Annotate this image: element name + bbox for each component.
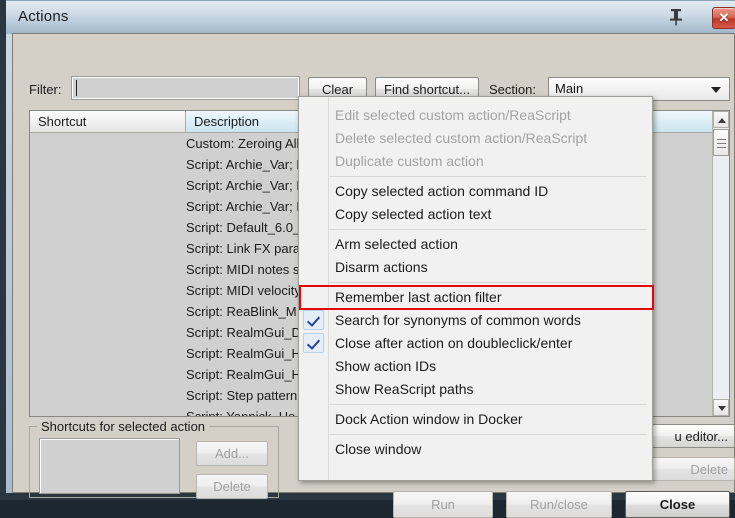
cell-description: Script: Yannick_Ho xyxy=(186,409,296,417)
menu-separator xyxy=(329,229,647,230)
menu-item[interactable]: Disarm actions xyxy=(300,256,653,279)
menu-item[interactable]: Remember last action filter xyxy=(300,286,653,309)
cell-description: Script: RealmGui_H xyxy=(186,346,301,361)
delete-action-button[interactable]: Delete xyxy=(643,457,735,481)
cell-description: Script: Link FX para xyxy=(186,241,301,256)
text-caret xyxy=(76,80,77,96)
cell-description: Script: Archie_Var; I xyxy=(186,199,300,214)
filter-input[interactable] xyxy=(71,76,300,100)
run-close-button[interactable]: Run/close xyxy=(506,491,612,518)
close-icon: ✕ xyxy=(718,10,730,25)
filter-label: Filter: xyxy=(29,82,62,97)
menu-separator xyxy=(329,176,647,177)
vertical-scrollbar[interactable] xyxy=(712,111,729,416)
caret-down-icon xyxy=(718,406,726,411)
caret-up-icon xyxy=(718,118,726,123)
client-area: Filter: Clear Find shortcut... Section: … xyxy=(12,33,735,518)
check-icon xyxy=(303,310,324,330)
check-icon xyxy=(303,333,324,353)
menu-item[interactable]: Copy selected action command ID xyxy=(300,180,653,203)
assigned-shortcuts-list[interactable] xyxy=(39,438,180,494)
shortcuts-group-legend: Shortcuts for selected action xyxy=(37,419,210,434)
cell-description: Script: RealmGui_H xyxy=(186,367,301,382)
menu-item: Edit selected custom action/ReaScript xyxy=(335,107,571,123)
menu-separator xyxy=(329,282,647,283)
scroll-down-button[interactable] xyxy=(713,399,729,416)
pin-icon[interactable] xyxy=(664,6,688,28)
cell-description: Script: MIDI velocity xyxy=(186,283,301,298)
context-menu[interactable]: Edit selected custom action/ReaScript Del… xyxy=(298,96,654,481)
cell-description: Script: MIDI notes s xyxy=(186,262,300,277)
menu-item: Duplicate custom action xyxy=(335,153,484,169)
cell-description: Script: Archie_Var; I xyxy=(186,157,300,172)
column-header-shortcut[interactable]: Shortcut xyxy=(30,111,186,133)
menu-item[interactable]: Copy selected action text xyxy=(300,203,653,226)
cell-description: Script: Default_6.0_ xyxy=(186,220,301,235)
cell-description: Script: ReaBlink_M xyxy=(186,304,297,319)
window-title: Actions xyxy=(18,8,69,25)
cell-description: Custom: Zeroing All xyxy=(186,136,300,151)
scrollbar-thumb[interactable] xyxy=(713,129,729,156)
cell-description: Script: RealmGui_D xyxy=(186,325,301,340)
section-label: Section: xyxy=(489,82,536,97)
scroll-up-button[interactable] xyxy=(713,111,729,128)
menu-separator xyxy=(329,404,647,405)
close-dialog-button[interactable]: Close xyxy=(625,491,730,518)
menu-item[interactable]: Close window xyxy=(300,438,653,461)
add-shortcut-button[interactable]: Add... xyxy=(196,441,268,466)
menu-item[interactable]: Dock Action window in Docker xyxy=(300,408,653,431)
actions-window: Actions ✕ Filter: Clear Find shortcut...… xyxy=(0,0,735,518)
delete-shortcut-button[interactable]: Delete xyxy=(196,474,268,499)
menu-item[interactable]: Close after action on doubleclick/enter xyxy=(300,332,653,355)
section-value: Main xyxy=(555,81,584,96)
chevron-down-icon xyxy=(711,87,721,93)
menu-editor-button[interactable]: u editor... xyxy=(643,424,735,448)
menu-separator xyxy=(329,434,647,435)
title-bar: Actions ✕ xyxy=(6,0,735,34)
menu-item[interactable]: Show ReaScript paths xyxy=(300,378,653,401)
menu-item[interactable]: Show action IDs xyxy=(300,355,653,378)
close-button[interactable]: ✕ xyxy=(712,7,735,29)
menu-item: Delete selected custom action/ReaScript xyxy=(335,130,588,146)
cell-description: Script: Step pattern. xyxy=(186,388,301,403)
menu-item[interactable]: Arm selected action xyxy=(300,233,653,256)
cell-description: Script: Archie_Var; I xyxy=(186,178,300,193)
run-button[interactable]: Run xyxy=(393,491,493,518)
menu-item[interactable]: Search for synonyms of common words xyxy=(300,309,653,332)
